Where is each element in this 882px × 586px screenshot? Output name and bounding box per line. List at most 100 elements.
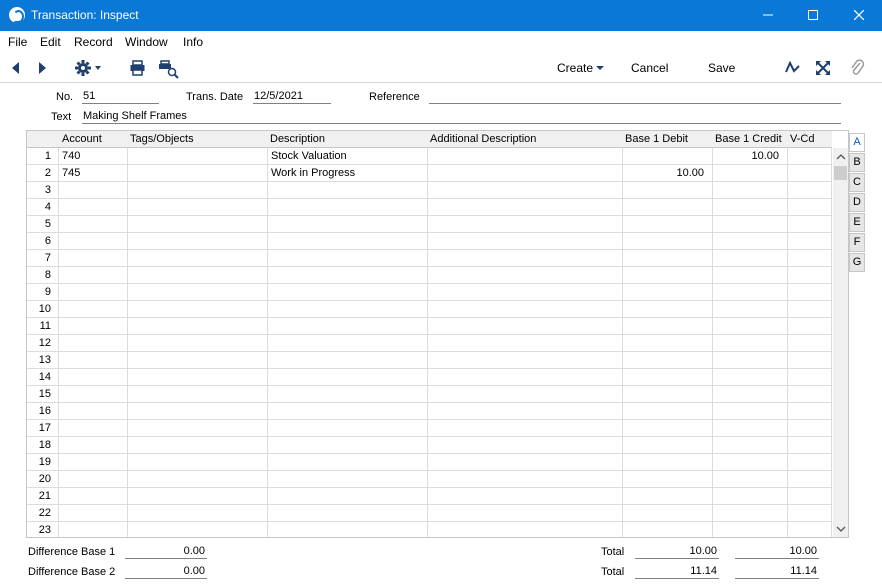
base1-credit-cell[interactable] [713, 301, 788, 318]
vcd-cell[interactable] [788, 267, 832, 284]
tags-objects-cell[interactable] [128, 284, 268, 301]
attachment-button[interactable] [848, 53, 866, 83]
vcd-cell[interactable] [788, 386, 832, 403]
table-row[interactable]: 5 [27, 216, 832, 233]
base1-credit-cell[interactable] [713, 165, 788, 182]
scroll-down-icon[interactable] [836, 524, 846, 534]
close-button[interactable] [836, 0, 882, 31]
tags-objects-cell[interactable] [128, 199, 268, 216]
base1-debit-cell[interactable] [623, 437, 713, 454]
base1-credit-cell[interactable] [713, 522, 788, 537]
account-cell[interactable] [59, 182, 128, 199]
description-cell[interactable] [268, 420, 428, 437]
base1-credit-cell[interactable] [713, 318, 788, 335]
cancel-button[interactable]: Cancel [625, 53, 675, 83]
account-cell[interactable] [59, 352, 128, 369]
base1-debit-cell[interactable] [623, 182, 713, 199]
base1-credit-cell[interactable] [713, 386, 788, 403]
table-row[interactable]: 9 [27, 284, 832, 301]
additional-description-cell[interactable] [428, 216, 623, 233]
account-cell[interactable] [59, 335, 128, 352]
vcd-cell[interactable] [788, 420, 832, 437]
vcd-cell[interactable] [788, 369, 832, 386]
tags-objects-cell[interactable] [128, 352, 268, 369]
vcd-cell[interactable] [788, 250, 832, 267]
account-cell[interactable] [59, 250, 128, 267]
table-row[interactable]: 13 [27, 352, 832, 369]
tags-objects-cell[interactable] [128, 267, 268, 284]
reference-field[interactable] [429, 90, 841, 104]
additional-description-cell[interactable] [428, 420, 623, 437]
description-cell[interactable] [268, 267, 428, 284]
tags-objects-cell[interactable] [128, 318, 268, 335]
table-row[interactable]: 6 [27, 233, 832, 250]
description-cell[interactable] [268, 369, 428, 386]
base1-debit-cell[interactable]: 10.00 [623, 165, 713, 182]
tags-objects-cell[interactable] [128, 454, 268, 471]
additional-description-cell[interactable] [428, 352, 623, 369]
table-row[interactable]: 14 [27, 369, 832, 386]
tab-d[interactable]: D [849, 193, 865, 212]
additional-description-cell[interactable] [428, 148, 623, 165]
tab-e[interactable]: E [849, 213, 865, 232]
tags-objects-cell[interactable] [128, 403, 268, 420]
description-cell[interactable] [268, 437, 428, 454]
vcd-cell[interactable] [788, 352, 832, 369]
additional-description-cell[interactable] [428, 199, 623, 216]
description-cell[interactable] [268, 335, 428, 352]
graph-button[interactable] [784, 53, 802, 83]
table-row[interactable]: 15 [27, 386, 832, 403]
account-cell[interactable] [59, 369, 128, 386]
tab-f[interactable]: F [849, 233, 865, 252]
description-cell[interactable] [268, 488, 428, 505]
description-cell[interactable] [268, 301, 428, 318]
base1-credit-cell[interactable] [713, 488, 788, 505]
base1-debit-cell[interactable] [623, 267, 713, 284]
vcd-cell[interactable] [788, 522, 832, 537]
tags-objects-cell[interactable] [128, 471, 268, 488]
vcd-cell[interactable] [788, 471, 832, 488]
account-cell[interactable]: 745 [59, 165, 128, 182]
tags-objects-cell[interactable] [128, 216, 268, 233]
table-row[interactable]: 1 740 Stock Valuation 10.00 [27, 148, 832, 165]
table-row[interactable]: 3 [27, 182, 832, 199]
tags-objects-cell[interactable] [128, 505, 268, 522]
base1-debit-cell[interactable] [623, 403, 713, 420]
base1-credit-cell[interactable] [713, 454, 788, 471]
additional-description-cell[interactable] [428, 335, 623, 352]
vcd-cell[interactable] [788, 318, 832, 335]
vcd-cell[interactable] [788, 182, 832, 199]
tags-objects-cell[interactable] [128, 335, 268, 352]
account-cell[interactable] [59, 233, 128, 250]
base1-credit-cell[interactable] [713, 284, 788, 301]
menu-edit[interactable]: Edit [40, 35, 61, 49]
base1-debit-cell[interactable] [623, 199, 713, 216]
base1-debit-cell[interactable] [623, 488, 713, 505]
vcd-cell[interactable] [788, 148, 832, 165]
operations-menu-button[interactable] [74, 53, 106, 83]
additional-description-cell[interactable] [428, 522, 623, 537]
create-menu-button[interactable]: Create [552, 53, 608, 83]
account-cell[interactable] [59, 437, 128, 454]
description-cell[interactable] [268, 216, 428, 233]
base1-credit-cell[interactable] [713, 369, 788, 386]
vcd-cell[interactable] [788, 199, 832, 216]
minimize-button[interactable] [745, 0, 791, 31]
table-row[interactable]: 22 [27, 505, 832, 522]
tab-g[interactable]: G [849, 253, 865, 272]
description-cell[interactable]: Stock Valuation [268, 148, 428, 165]
description-cell[interactable] [268, 471, 428, 488]
additional-description-cell[interactable] [428, 454, 623, 471]
tags-objects-cell[interactable] [128, 369, 268, 386]
tags-objects-cell[interactable] [128, 182, 268, 199]
trans-date-field[interactable]: 12/5/2021 [253, 90, 331, 104]
tags-objects-cell[interactable] [128, 233, 268, 250]
previous-record-button[interactable] [8, 53, 24, 83]
account-cell[interactable] [59, 505, 128, 522]
account-cell[interactable] [59, 403, 128, 420]
description-cell[interactable] [268, 318, 428, 335]
base1-debit-cell[interactable] [623, 148, 713, 165]
table-row[interactable]: 23 [27, 522, 832, 537]
additional-description-cell[interactable] [428, 182, 623, 199]
additional-description-cell[interactable] [428, 437, 623, 454]
